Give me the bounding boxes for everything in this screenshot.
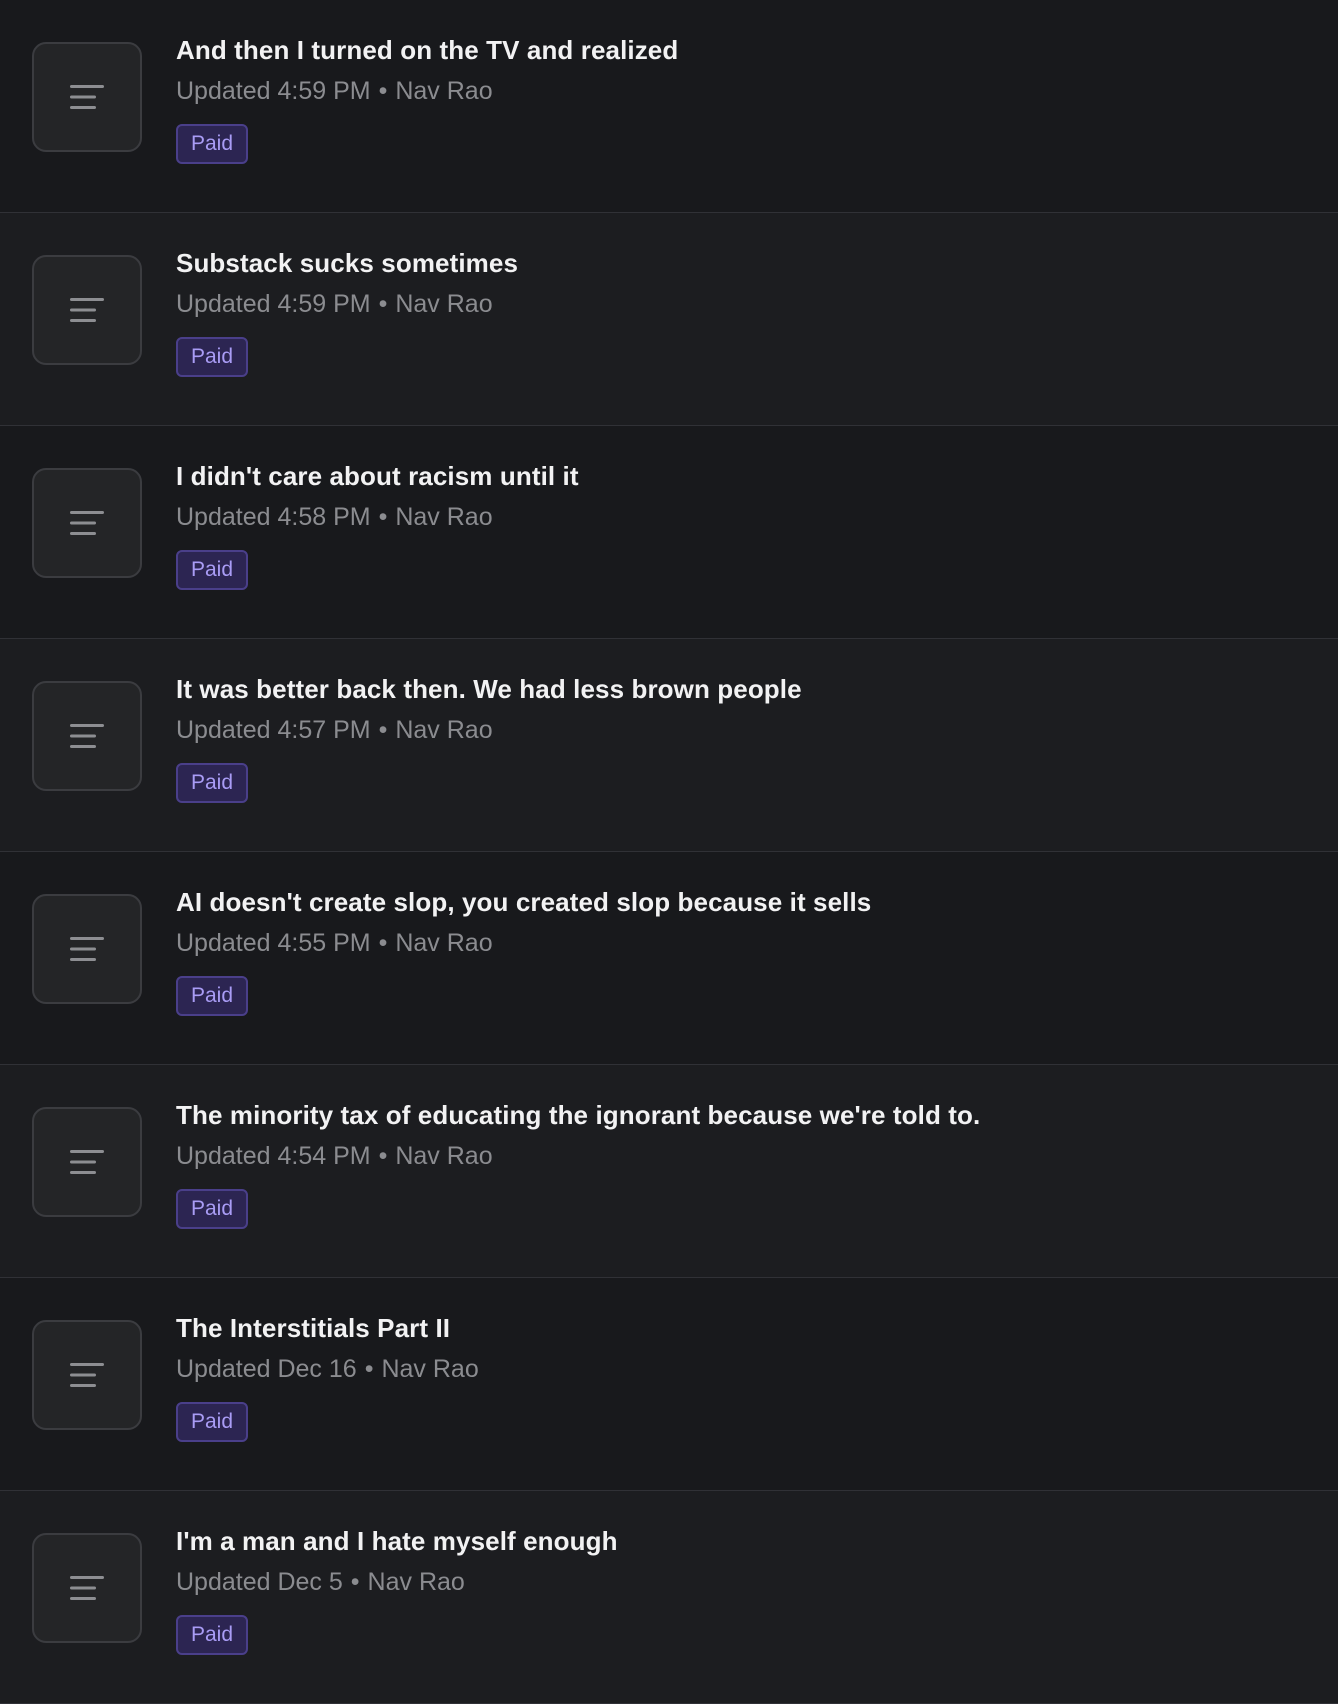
- post-row[interactable]: And then I turned on the TV and realized…: [0, 0, 1338, 213]
- post-author: Nav Rao: [395, 716, 493, 744]
- post-author: Nav Rao: [367, 1568, 465, 1596]
- post-meta: Updated 4:59 PM • Nav Rao: [176, 290, 493, 319]
- meta-separator: •: [378, 1142, 388, 1170]
- post-thumbnail[interactable]: [32, 1107, 142, 1217]
- post-row[interactable]: I'm a man and I hate myself enough Updat…: [0, 1491, 1338, 1704]
- post-author: Nav Rao: [395, 929, 493, 957]
- post-meta: Updated Dec 5 • Nav Rao: [176, 1568, 465, 1597]
- paid-badge: Paid: [176, 1615, 249, 1655]
- paid-badge: Paid: [176, 1402, 249, 1442]
- post-author: Nav Rao: [395, 77, 493, 105]
- post-title[interactable]: The minority tax of educating the ignora…: [176, 1100, 980, 1131]
- paid-badge: Paid: [176, 550, 249, 590]
- post-title[interactable]: The Interstitials Part II: [176, 1313, 450, 1344]
- post-updated: Updated Dec 5: [176, 1568, 343, 1596]
- post-row[interactable]: The Interstitials Part II Updated Dec 16…: [0, 1278, 1338, 1491]
- post-author: Nav Rao: [381, 1355, 479, 1383]
- paid-badge: Paid: [176, 763, 249, 803]
- post-meta: Updated 4:59 PM • Nav Rao: [176, 77, 493, 106]
- document-lines-icon: [70, 511, 104, 535]
- post-list: And then I turned on the TV and realized…: [0, 0, 1338, 1704]
- post-row[interactable]: It was better back then. We had less bro…: [0, 639, 1338, 852]
- post-author: Nav Rao: [395, 1142, 493, 1170]
- post-thumbnail[interactable]: [32, 681, 142, 791]
- post-title[interactable]: AI doesn't create slop, you created slop…: [176, 887, 871, 918]
- post-updated: Updated 4:58 PM: [176, 503, 371, 531]
- post-thumbnail[interactable]: [32, 1320, 142, 1430]
- meta-separator: •: [364, 1355, 374, 1383]
- document-lines-icon: [70, 937, 104, 961]
- post-meta: Updated 4:54 PM • Nav Rao: [176, 1142, 493, 1171]
- document-lines-icon: [70, 724, 104, 748]
- paid-badge: Paid: [176, 337, 249, 377]
- document-lines-icon: [70, 1363, 104, 1387]
- post-row[interactable]: Substack sucks sometimes Updated 4:59 PM…: [0, 213, 1338, 426]
- post-updated: Updated 4:55 PM: [176, 929, 371, 957]
- post-title[interactable]: Substack sucks sometimes: [176, 248, 518, 279]
- post-meta: Updated 4:58 PM • Nav Rao: [176, 503, 493, 532]
- document-lines-icon: [70, 1150, 104, 1174]
- document-lines-icon: [70, 85, 104, 109]
- post-meta: Updated 4:57 PM • Nav Rao: [176, 716, 493, 745]
- post-meta: Updated 4:55 PM • Nav Rao: [176, 929, 493, 958]
- post-title[interactable]: And then I turned on the TV and realized: [176, 35, 678, 66]
- meta-separator: •: [378, 290, 388, 318]
- meta-separator: •: [378, 716, 388, 744]
- post-thumbnail[interactable]: [32, 255, 142, 365]
- meta-separator: •: [378, 929, 388, 957]
- post-meta: Updated Dec 16 • Nav Rao: [176, 1355, 479, 1384]
- post-author: Nav Rao: [395, 503, 493, 531]
- paid-badge: Paid: [176, 124, 249, 164]
- post-updated: Updated Dec 16: [176, 1355, 357, 1383]
- post-updated: Updated 4:57 PM: [176, 716, 371, 744]
- post-title[interactable]: I'm a man and I hate myself enough: [176, 1526, 618, 1557]
- post-author: Nav Rao: [395, 290, 493, 318]
- post-thumbnail[interactable]: [32, 894, 142, 1004]
- meta-separator: •: [378, 503, 388, 531]
- document-lines-icon: [70, 298, 104, 322]
- document-lines-icon: [70, 1576, 104, 1600]
- post-title[interactable]: I didn't care about racism until it: [176, 461, 579, 492]
- meta-separator: •: [378, 77, 388, 105]
- meta-separator: •: [350, 1568, 360, 1596]
- post-title[interactable]: It was better back then. We had less bro…: [176, 674, 802, 705]
- paid-badge: Paid: [176, 1189, 249, 1229]
- post-row[interactable]: AI doesn't create slop, you created slop…: [0, 852, 1338, 1065]
- post-row[interactable]: I didn't care about racism until it Upda…: [0, 426, 1338, 639]
- post-thumbnail[interactable]: [32, 42, 142, 152]
- post-thumbnail[interactable]: [32, 1533, 142, 1643]
- post-updated: Updated 4:54 PM: [176, 1142, 371, 1170]
- post-updated: Updated 4:59 PM: [176, 290, 371, 318]
- paid-badge: Paid: [176, 976, 249, 1016]
- post-updated: Updated 4:59 PM: [176, 77, 371, 105]
- post-thumbnail[interactable]: [32, 468, 142, 578]
- post-row[interactable]: The minority tax of educating the ignora…: [0, 1065, 1338, 1278]
